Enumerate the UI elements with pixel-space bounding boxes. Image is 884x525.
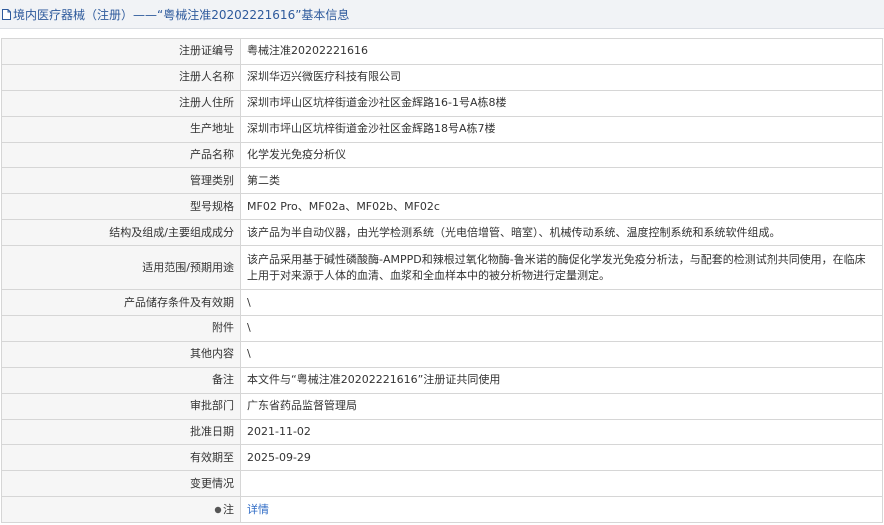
page-header: 境内医疗器械（注册）——“粤械注准20202221616”基本信息 — [0, 0, 884, 29]
table-row: 批准日期 2021-11-02 — [1, 418, 883, 446]
row-label: 审批部门 — [1, 392, 241, 420]
row-value: \ — [240, 340, 883, 368]
row-value: 粤械注准20202221616 — [240, 38, 883, 65]
document-icon — [2, 8, 11, 20]
row-value — [240, 470, 883, 498]
note-label: 注 — [223, 502, 234, 516]
row-label: 产品储存条件及有效期 — [1, 289, 241, 317]
row-value: 本文件与“粤械注准20202221616”注册证共同使用 — [240, 366, 883, 394]
row-label: 型号规格 — [1, 193, 241, 221]
table-row: 备注 本文件与“粤械注准20202221616”注册证共同使用 — [1, 366, 883, 394]
table-row: 有效期至 2025-09-29 — [1, 444, 883, 472]
row-label: 结构及组成/主要组成成分 — [1, 219, 241, 247]
note-value-cell: 详情 — [240, 496, 883, 524]
table-row: 型号规格 MF02 Pro、MF02a、MF02b、MF02c — [1, 193, 883, 221]
dot-icon — [214, 506, 222, 514]
row-label: 注册人住所 — [1, 89, 241, 117]
row-value: 第二类 — [240, 167, 883, 195]
row-label: 变更情况 — [1, 470, 241, 498]
info-table: 注册证编号 粤械注准20202221616 注册人名称 深圳华迈兴微医疗科技有限… — [1, 38, 883, 524]
detail-link[interactable]: 详情 — [247, 503, 269, 516]
row-value: 广东省药品监督管理局 — [240, 392, 883, 420]
row-label: 管理类别 — [1, 167, 241, 195]
row-label: 注册证编号 — [1, 38, 241, 65]
table-row: 附件 \ — [1, 315, 883, 342]
page-title: 境内医疗器械（注册）——“粤械注准20202221616”基本信息 — [13, 7, 350, 22]
row-value: \ — [240, 315, 883, 342]
row-label: 适用范围/预期用途 — [1, 245, 241, 291]
row-value: 深圳市坪山区坑梓街道金沙社区金辉路18号A栋7楼 — [240, 115, 883, 143]
table-row: 产品名称 化学发光免疫分析仪 — [1, 141, 883, 169]
row-value: MF02 Pro、MF02a、MF02b、MF02c — [240, 193, 883, 221]
table-row: 注册证编号 粤械注准20202221616 — [1, 38, 883, 65]
row-label: 其他内容 — [1, 340, 241, 368]
note-label-cell: 注 — [1, 496, 241, 524]
row-value: 该产品采用基于碱性磷酸酶-AMPPD和辣根过氧化物酶-鲁米诺的酶促化学发光免疫分… — [240, 245, 883, 291]
row-label: 注册人名称 — [1, 63, 241, 91]
row-value: 2025-09-29 — [240, 444, 883, 472]
row-value: 该产品为半自动仪器，由光学检测系统（光电倍增管、暗室）、机械传动系统、温度控制系… — [240, 219, 883, 247]
table-row-note: 注 详情 — [1, 496, 883, 524]
row-value: 深圳市坪山区坑梓街道金沙社区金辉路16-1号A栋8楼 — [240, 89, 883, 117]
row-label: 产品名称 — [1, 141, 241, 169]
row-label: 附件 — [1, 315, 241, 342]
table-row: 结构及组成/主要组成成分 该产品为半自动仪器，由光学检测系统（光电倍增管、暗室）… — [1, 219, 883, 247]
row-value: \ — [240, 289, 883, 317]
row-value: 深圳华迈兴微医疗科技有限公司 — [240, 63, 883, 91]
table-row: 注册人名称 深圳华迈兴微医疗科技有限公司 — [1, 63, 883, 91]
row-value: 化学发光免疫分析仪 — [240, 141, 883, 169]
table-row: 审批部门 广东省药品监督管理局 — [1, 392, 883, 420]
table-row: 产品储存条件及有效期 \ — [1, 289, 883, 317]
row-value: 2021-11-02 — [240, 418, 883, 446]
table-row: 其他内容 \ — [1, 340, 883, 368]
row-label: 批准日期 — [1, 418, 241, 446]
table-row: 变更情况 — [1, 470, 883, 498]
table-row: 适用范围/预期用途 该产品采用基于碱性磷酸酶-AMPPD和辣根过氧化物酶-鲁米诺… — [1, 245, 883, 291]
row-label: 有效期至 — [1, 444, 241, 472]
row-label: 备注 — [1, 366, 241, 394]
row-label: 生产地址 — [1, 115, 241, 143]
table-row: 生产地址 深圳市坪山区坑梓街道金沙社区金辉路18号A栋7楼 — [1, 115, 883, 143]
table-row: 管理类别 第二类 — [1, 167, 883, 195]
table-row: 注册人住所 深圳市坪山区坑梓街道金沙社区金辉路16-1号A栋8楼 — [1, 89, 883, 117]
